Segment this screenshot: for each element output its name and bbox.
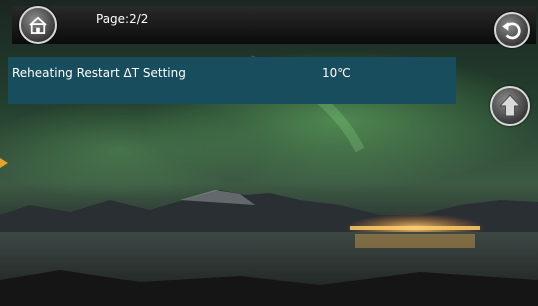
home-button[interactable] [19, 6, 57, 44]
back-button[interactable] [494, 12, 530, 48]
home-icon [29, 16, 47, 34]
back-arrow-icon [502, 22, 521, 40]
side-indicator-arrow [0, 158, 8, 168]
setting-row-reheating-restart[interactable]: Reheating Restart ΔT Setting 10℃ [8, 57, 456, 104]
screen: Page:2/2 Reheating Restart ΔT Setting 10… [0, 0, 538, 306]
setting-name: Reheating Restart ΔT Setting [12, 66, 186, 80]
aurora-background [0, 0, 538, 306]
setting-value[interactable]: 10℃ [322, 66, 351, 80]
top-bar [12, 6, 536, 44]
up-arrow-icon [499, 94, 521, 117]
page-indicator: Page:2/2 [96, 12, 149, 26]
page-up-button[interactable] [490, 86, 530, 126]
